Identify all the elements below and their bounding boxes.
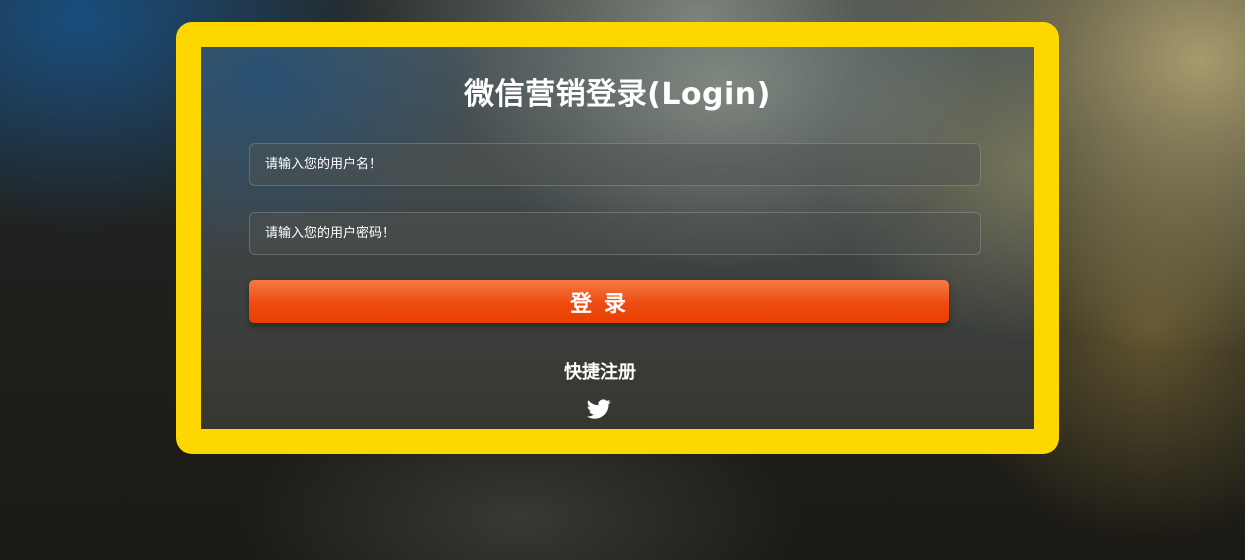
login-panel: 微信营销登录(Login) 登 录 快捷注册 <box>201 47 1034 429</box>
register-link[interactable]: 快捷注册 <box>201 358 999 384</box>
page-title: 微信营销登录(Login) <box>464 77 771 112</box>
username-input[interactable] <box>249 143 981 186</box>
password-input[interactable] <box>249 212 981 255</box>
twitter-icon[interactable] <box>586 397 612 421</box>
login-frame: 微信营销登录(Login) 登 录 快捷注册 <box>176 22 1059 454</box>
login-button[interactable]: 登 录 <box>249 280 949 323</box>
